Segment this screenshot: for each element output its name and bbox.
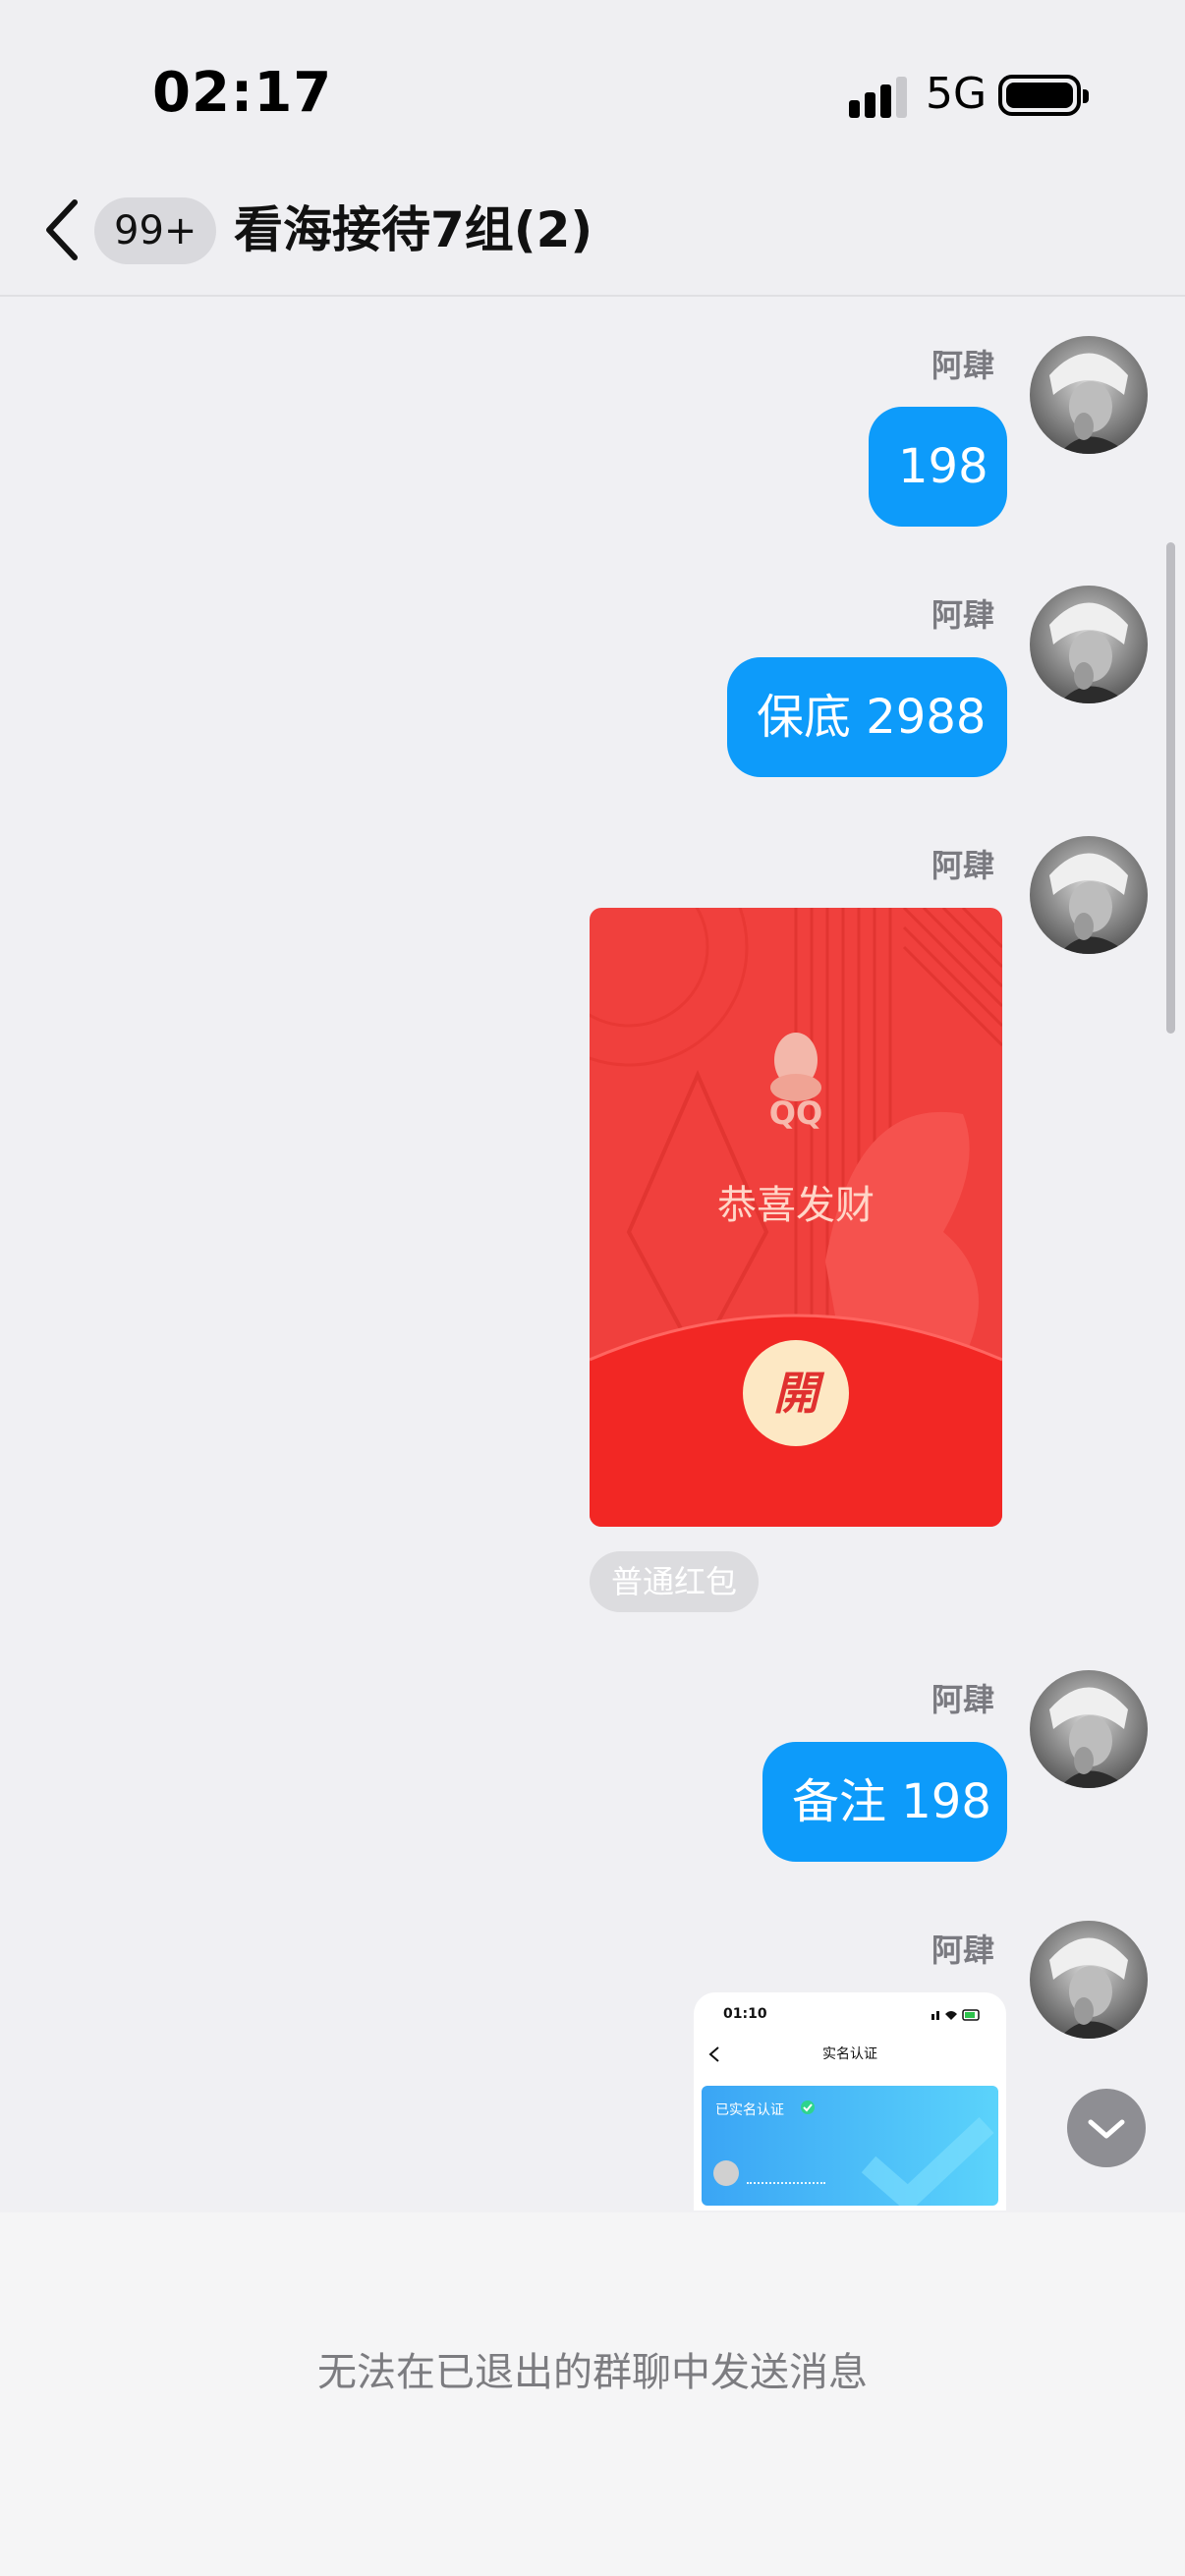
sender-name: 阿肆 <box>931 1932 994 1969</box>
thumbnail-time: 01:10 <box>723 2006 767 2022</box>
sender-name: 阿肆 <box>931 596 994 634</box>
avatar[interactable] <box>1030 836 1148 954</box>
thumbnail-title: 实名认证 <box>822 2046 877 2062</box>
cellular-signal-icon <box>849 77 907 118</box>
sender-name: 阿肆 <box>931 347 994 384</box>
thumbnail-status-icons <box>931 2009 980 2021</box>
avatar[interactable] <box>1030 1921 1148 2039</box>
status-time: 02:17 <box>152 61 333 125</box>
avatar[interactable] <box>1030 336 1148 454</box>
network-type: 5G <box>926 69 988 119</box>
scrollbar[interactable] <box>1166 542 1175 1034</box>
input-area-disabled: 无法在已退出的群聊中发送消息 <box>0 2212 1185 2576</box>
thumbnail-card-label: 已实名认证 <box>715 2102 784 2118</box>
text-message-bubble[interactable]: 备注 198 <box>762 1742 1007 1862</box>
open-red-envelope-button[interactable]: 開 <box>743 1340 849 1446</box>
masked-id-line <box>747 2182 825 2186</box>
text-message-bubble[interactable]: 198 <box>869 407 1007 527</box>
disabled-input-notice: 无法在已退出的群聊中发送消息 <box>317 2350 868 2395</box>
thumbnail-verified-card: 已实名认证 <box>702 2086 998 2206</box>
red-envelope-card[interactable]: QQ 恭喜发财 開 <box>590 908 1002 1527</box>
qq-logo-text: QQ <box>768 1094 823 1132</box>
verified-check-icon <box>801 2100 815 2114</box>
red-envelope-greeting: 恭喜发财 <box>717 1183 875 1228</box>
image-message-thumbnail[interactable]: 01:10 实名认证 已实名认证 <box>694 1992 1006 2211</box>
back-chevron-icon[interactable] <box>39 196 88 263</box>
scroll-to-bottom-button[interactable] <box>1067 2089 1146 2167</box>
battery-icon <box>998 75 1089 116</box>
red-envelope-type-label: 普通红包 <box>590 1551 760 1612</box>
chat-title[interactable]: 看海接待7组(2) <box>234 196 592 263</box>
sender-name: 阿肆 <box>931 1681 994 1718</box>
avatar[interactable] <box>1030 1670 1148 1788</box>
text-message-bubble[interactable]: 保底 2988 <box>727 657 1007 777</box>
avatar[interactable] <box>1030 586 1148 703</box>
large-check-watermark <box>861 2116 994 2206</box>
sender-name: 阿肆 <box>931 847 994 884</box>
chevron-down-icon <box>1088 2119 1125 2139</box>
thumbnail-avatar <box>713 2160 739 2186</box>
unread-count-badge[interactable]: 99+ <box>94 197 217 264</box>
